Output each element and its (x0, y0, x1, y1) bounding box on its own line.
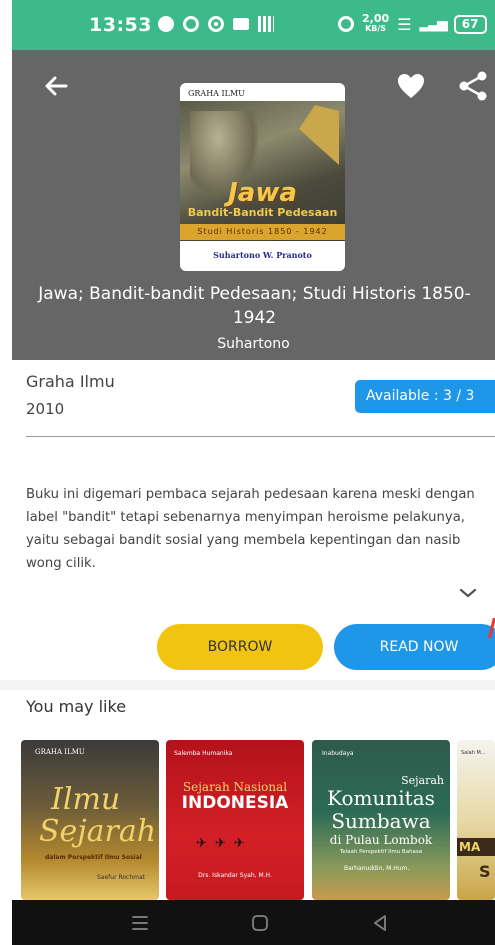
system-icons: 2,00 KB/S ☰ ▂▃▅ 67 (338, 13, 487, 34)
chat-notification-icon (158, 16, 174, 32)
availability-badge: Available : 3 / 3 (355, 380, 495, 413)
mail-notification-icon (233, 18, 249, 30)
book-year: 2010 (26, 400, 65, 418)
app-notification-icon (208, 16, 224, 32)
rec-title-line2: INDONESIA (181, 793, 289, 813)
rec-title-line4: di Pulau Lombok (329, 833, 433, 847)
cover-subtitle: Bandit-Bandit Pedesaan (187, 206, 338, 219)
recommendation-card[interactable]: GRAHA ILMU Ilmu Sejarah dalam Perspektif… (21, 740, 159, 900)
signal-icon: ▂▃▅ (419, 16, 447, 32)
borrow-button[interactable]: BORROW (157, 624, 323, 670)
share-icon[interactable] (458, 70, 488, 102)
section-separator (0, 680, 495, 690)
rec-author: Drs. Iskandar Syah, M.H. (198, 872, 272, 879)
rec-publisher: Salemba Humanika (174, 750, 233, 757)
system-nav-bar (12, 900, 495, 945)
status-time: 13:53 (89, 14, 152, 36)
divider (26, 436, 495, 437)
rec-title-line2: Komunitas (327, 786, 435, 810)
cover-series: Studi Historis 1850 - 1942 (180, 224, 345, 240)
recommendation-card[interactable]: Salemba Humanika Sejarah Nasional INDONE… (166, 740, 304, 900)
back-triangle-icon[interactable] (367, 910, 393, 936)
network-speed-unit: KB/S (365, 24, 387, 33)
rec-title-line1: MA (457, 838, 495, 856)
chevron-down-icon[interactable] (457, 582, 479, 604)
cover-author: Suhartono W. Pranoto (213, 250, 312, 260)
book-author: Suhartono (217, 336, 290, 352)
rec-title-line3: Sumbawa (331, 809, 431, 833)
status-bar: 13:53 2,00 KB/S ☰ ▂▃▅ 67 (12, 0, 495, 50)
book-cover: GRAHA ILMU Jawa Bandit-Bandit Pedesaan S… (180, 83, 345, 271)
notification-icons (158, 16, 274, 32)
arrow-left-icon[interactable] (40, 70, 72, 102)
instagram-notification-icon (183, 16, 199, 32)
rec-title-line2: S (479, 862, 491, 881)
wifi-icon: ☰ (397, 14, 412, 34)
book-publisher: Graha Ilmu (26, 372, 115, 391)
book-description: Buku ini digemari pembaca sejarah pedesa… (26, 487, 475, 571)
recommendation-card[interactable]: Inabudaya Sejarah Komunitas Sumbawa di P… (312, 740, 450, 900)
cover-title: Jawa (228, 178, 297, 208)
book-title: Jawa; Bandit-bandit Pedesaan; Studi Hist… (38, 284, 471, 328)
rec-publisher: GRAHA ILMU (35, 748, 85, 756)
rec-publisher: Salah M... (461, 750, 486, 756)
airplane-illustration: ✈✈✈ (196, 836, 253, 851)
rec-subtitle: Telaah Perspektif Ilmu Bahasa (339, 849, 423, 855)
book-header: GRAHA ILMU Jawa Bandit-Bandit Pedesaan S… (12, 50, 495, 360)
cover-publisher: GRAHA ILMU (188, 89, 245, 98)
recommendation-card[interactable]: Salah M... MA S (457, 740, 495, 900)
rec-author: Barhanuddin, M.Hum. (344, 865, 410, 872)
recommendations-heading: You may like (26, 697, 127, 716)
rec-publisher: Inabudaya (322, 750, 354, 757)
rec-title-line1: Sejarah Nasional (182, 780, 288, 794)
heart-icon[interactable] (395, 70, 427, 102)
cover-artwork (180, 101, 345, 241)
network-speed: 2,00 KB/S (362, 13, 389, 34)
rec-title-line1: Ilmu (51, 782, 121, 817)
read-now-button[interactable]: READ NOW (334, 624, 495, 670)
app-grid-notification-icon (258, 16, 274, 32)
home-icon[interactable] (247, 910, 273, 936)
rec-title-line2: Sejarah (39, 814, 157, 849)
rec-author: Saefur Rochmat (97, 874, 146, 881)
rec-subtitle: dalam Perspektif Ilmu Sosial (45, 854, 142, 861)
recents-icon[interactable] (127, 910, 153, 936)
alarm-icon (338, 16, 354, 32)
battery-indicator: 67 (453, 14, 487, 34)
